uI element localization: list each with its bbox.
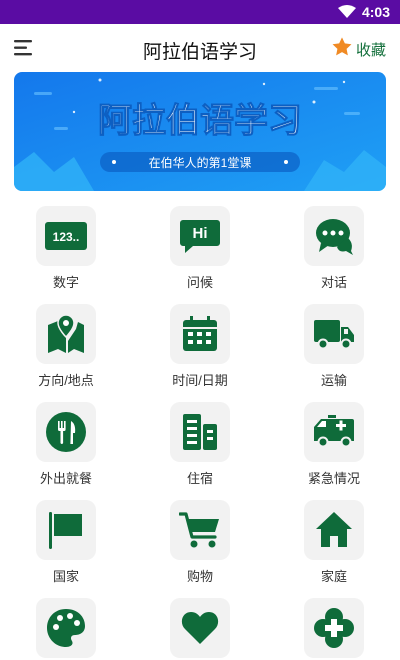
numbers-icon: 123.. xyxy=(36,206,96,266)
category-label: 国家 xyxy=(52,569,79,584)
home-icon xyxy=(304,500,364,560)
category-label: 紧急情况 xyxy=(307,471,360,486)
favorites-button[interactable]: 收藏 xyxy=(331,36,386,63)
ambulance-icon xyxy=(304,402,364,462)
favorites-label: 收藏 xyxy=(355,42,386,59)
category-label: 对话 xyxy=(320,275,347,290)
category-label: 时间/日期 xyxy=(172,373,228,388)
star-icon xyxy=(331,36,353,63)
banner-subtitle: 在伯华人的第1堂课 xyxy=(149,155,252,170)
map-location-icon xyxy=(36,304,96,364)
app-bar: 阿拉伯语学习 收藏 xyxy=(0,24,400,72)
building-icon xyxy=(170,402,230,462)
conversation-icon xyxy=(304,206,364,266)
category-label: 问候 xyxy=(186,275,213,290)
category-label: 运输 xyxy=(320,373,347,388)
greeting-icon-text: Hi xyxy=(193,225,208,242)
category-label: 购物 xyxy=(186,569,213,584)
truck-icon xyxy=(304,304,364,364)
flag-icon xyxy=(36,500,96,560)
restaurant-icon xyxy=(36,402,96,462)
status-time: 4:03 xyxy=(361,4,390,20)
category-label: 住宿 xyxy=(186,471,213,486)
category-label: 方向/地点 xyxy=(38,373,94,388)
category-label: 家庭 xyxy=(320,569,347,584)
numbers-icon-text: 123.. xyxy=(53,230,80,244)
heart-icon xyxy=(170,598,230,658)
status-bar: 4:03 xyxy=(0,0,400,24)
clover-cross-icon xyxy=(304,598,364,658)
calendar-icon xyxy=(170,304,230,364)
category-label: 数字 xyxy=(52,275,79,290)
category-label: 外出就餐 xyxy=(39,471,92,486)
banner-title: 阿拉伯语学习 xyxy=(98,101,302,140)
greeting-chat-icon: Hi xyxy=(170,206,230,266)
shopping-cart-icon xyxy=(170,500,230,560)
wifi-icon xyxy=(338,5,356,24)
palette-icon xyxy=(36,598,96,658)
banner[interactable]: 阿拉伯语学习 在伯华人的第1堂课 xyxy=(14,72,386,191)
